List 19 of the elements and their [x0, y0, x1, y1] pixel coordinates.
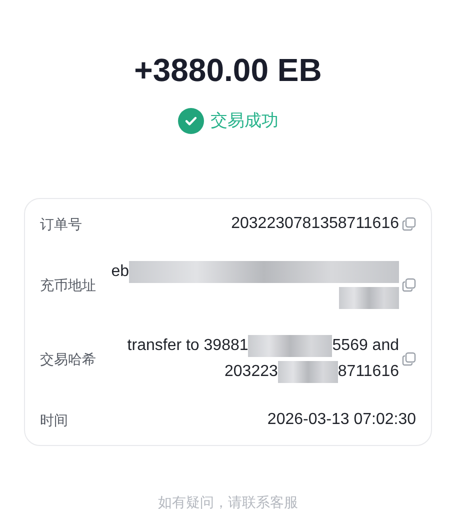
detail-label: 时间 — [40, 410, 69, 430]
detail-label: 交易哈希 — [40, 350, 97, 368]
detail-value: 5569 and — [332, 336, 399, 356]
detail-value: eb — [111, 262, 129, 282]
copy-icon[interactable] — [402, 217, 416, 231]
status-text: 交易成功 — [210, 110, 278, 132]
copy-icon[interactable] — [402, 278, 416, 292]
detail-label: 充币地址 — [40, 276, 97, 294]
detail-value: 203223 — [224, 362, 278, 382]
amount-text: +3880.00 EB — [134, 51, 322, 90]
detail-value: transfer to 39881 — [127, 336, 248, 356]
detail-value: 8711616 — [338, 362, 399, 382]
detail-value: 2032230781358711616 — [231, 214, 399, 234]
copy-icon[interactable] — [402, 352, 416, 366]
detail-value: 2026-03-13 07:02:30 — [267, 410, 416, 430]
redacted-block — [278, 361, 338, 383]
detail-label: 订单号 — [40, 214, 83, 234]
redacted-block — [339, 287, 399, 309]
help-text: 如有疑问，请联系客服 — [158, 493, 298, 509]
